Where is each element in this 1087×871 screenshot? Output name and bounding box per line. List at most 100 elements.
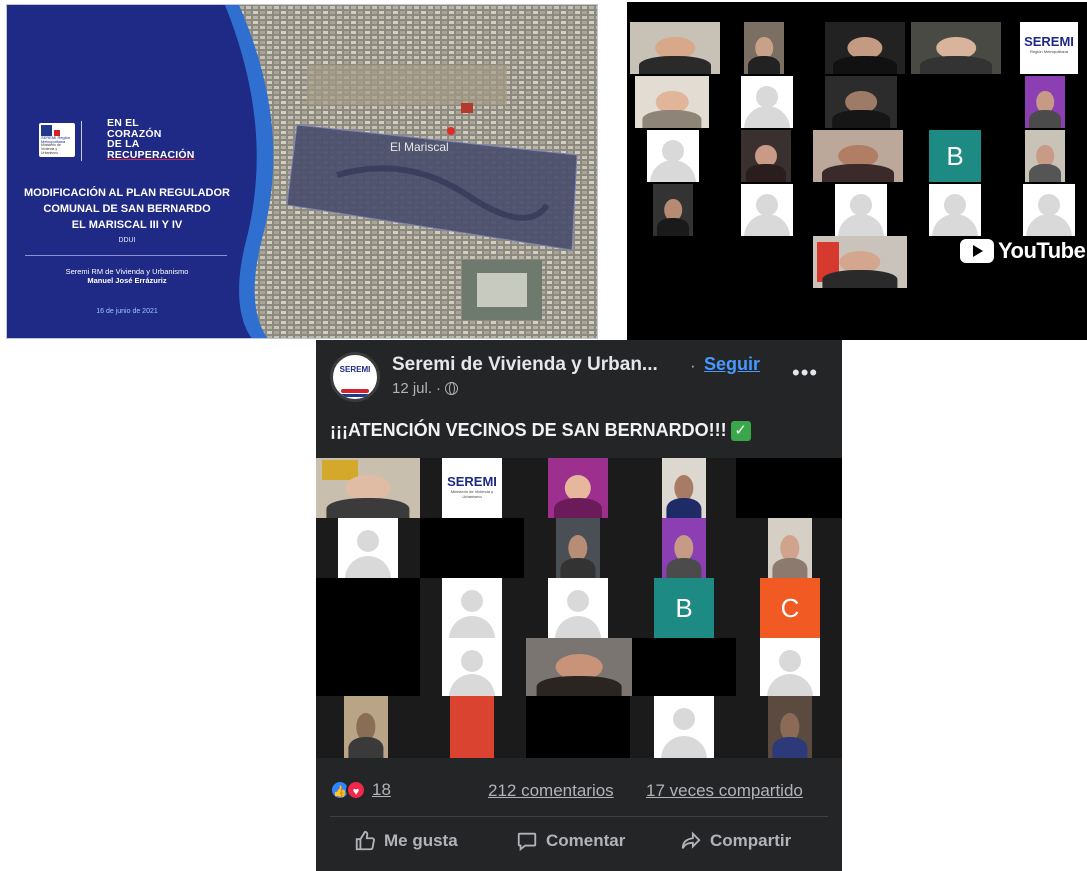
participant-video <box>911 22 1001 74</box>
participant-video <box>450 696 494 758</box>
participant-video <box>662 458 706 518</box>
page-name-link[interactable]: Seremi de Vivienda y Urban... <box>392 354 658 376</box>
screenshot-collage: El Mariscal SEREMI Región Metropolitana … <box>0 0 1087 871</box>
slide-title-line: EL MARISCAL III Y IV <box>71 219 183 231</box>
participant-video <box>344 696 388 758</box>
participant-placeholder <box>1023 184 1075 236</box>
participant-video-off <box>632 638 736 696</box>
seremi-logo-tile: SEREMI Región Metropolitana <box>1020 22 1078 74</box>
love-reaction-icon: ♥ <box>346 780 366 800</box>
seremi-logo-tile-text: SEREMI <box>1024 34 1074 49</box>
seremi-logo-subtext: Ministerio de Vivienda y Urbanismo <box>41 143 61 155</box>
seremi-logo-tile: SEREMI Ministerio de Vivienda y Urbanism… <box>442 458 502 518</box>
post-date-link[interactable]: 12 jul. <box>392 380 432 397</box>
slide-divider <box>25 255 227 256</box>
participant-video <box>1025 130 1065 182</box>
shares-count-link[interactable]: 17 veces compartido <box>646 781 803 801</box>
seremi-logo-tile-subtext: Región Metropolitana <box>1029 49 1069 54</box>
campaign-line: EN EL <box>107 117 139 129</box>
participant-video <box>813 236 907 288</box>
participant-video <box>662 518 706 578</box>
participant-video <box>556 518 600 578</box>
reaction-count[interactable]: 18 <box>372 780 391 800</box>
participant-placeholder <box>338 518 398 578</box>
name-separator: · <box>690 356 696 375</box>
youtube-wordmark: YouTube <box>998 238 1086 263</box>
campaign-line: DE LA <box>107 138 140 150</box>
follow-button[interactable]: Seguir <box>704 354 760 375</box>
participant-video <box>744 22 784 74</box>
page-avatar-text: SEREMI <box>339 365 371 374</box>
participant-placeholder <box>647 130 699 182</box>
slide-code: DDUI <box>118 237 136 244</box>
share-button[interactable]: Compartir <box>680 830 791 852</box>
participant-video <box>741 130 791 182</box>
comment-label: Comentar <box>546 831 626 850</box>
participant-placeholder <box>835 184 887 236</box>
youtube-play-icon <box>960 239 994 263</box>
post-media-image[interactable]: SEREMI Ministerio de Vivienda y Urbanism… <box>316 458 842 758</box>
video-call-gallery: SEREMI Región Metropolitana B <box>627 2 1087 340</box>
slide-date: 16 de junio de 2021 <box>96 308 158 315</box>
seremi-logo-tile-text: SEREMI <box>447 474 497 489</box>
seremi-logo-tile-subtext: Ministerio de Vivienda y Urbanismo <box>450 489 494 499</box>
page-avatar[interactable]: SEREMI <box>330 352 380 402</box>
thumbs-up-icon <box>355 830 375 851</box>
participant-video <box>825 22 905 74</box>
check-mark-icon: ✓ <box>730 420 751 441</box>
comments-count-link[interactable]: 212 comentarios <box>488 781 614 801</box>
participant-video-off <box>526 696 630 758</box>
share-arrow-icon <box>681 831 701 849</box>
post-text: ¡¡¡ATENCIÓN VECINOS DE SAN BERNARDO!!! ✓ <box>330 420 751 441</box>
facebook-post: SEREMI Seremi de Vivienda y Urban... · S… <box>316 340 842 871</box>
participant-initial-tile: B <box>654 578 714 638</box>
participant-video-off <box>316 578 420 696</box>
participant-placeholder <box>654 696 714 758</box>
youtube-logo: YouTube <box>960 238 1086 264</box>
presentation-slide: El Mariscal SEREMI Región Metropolitana … <box>6 4 598 339</box>
map-place-label: El Mariscal <box>390 140 449 154</box>
participant-video <box>526 638 632 696</box>
campaign-line: RECUPERACIÓN <box>107 148 195 161</box>
participant-video <box>1025 76 1065 128</box>
participant-video <box>635 76 709 128</box>
comment-bubble-icon <box>517 832 537 852</box>
participant-initial-tile: C <box>760 578 820 638</box>
slide-presenter: Manuel José Errázuriz <box>87 276 167 285</box>
slide-organization: Seremi RM de Vivienda y Urbanismo <box>65 267 189 276</box>
post-text-body: ¡¡¡ATENCIÓN VECINOS DE SAN BERNARDO!!! <box>330 420 727 440</box>
slide-title: MODIFICACIÓN AL PLAN REGULADOR COMUNAL D… <box>7 185 247 233</box>
share-label: Compartir <box>710 831 792 850</box>
actions-divider <box>330 816 828 817</box>
more-options-icon[interactable]: ••• <box>792 360 818 386</box>
reactions-summary[interactable]: 👍 ♥ 18 <box>330 780 391 800</box>
participant-initial-tile: B <box>929 130 981 182</box>
slide-title-line: COMUNAL DE SAN BERNARDO <box>43 203 211 215</box>
campaign-logo: EN EL CORAZÓN DE LA RECUPERACIÓN <box>107 118 207 160</box>
participant-video <box>653 184 693 236</box>
like-button[interactable]: Me gusta <box>354 830 458 852</box>
slide-text-panel: SEREMI Región Metropolitana Ministerio d… <box>7 5 247 338</box>
like-label: Me gusta <box>384 831 458 850</box>
participant-video-off <box>736 458 842 518</box>
meta-separator: · <box>436 380 442 397</box>
participant-video <box>630 22 720 74</box>
participant-placeholder <box>442 638 502 696</box>
participant-video <box>825 76 897 128</box>
participant-video <box>768 518 812 578</box>
slide-title-line: MODIFICACIÓN AL PLAN REGULADOR <box>24 187 230 199</box>
participant-video <box>316 458 420 518</box>
seremi-logo: SEREMI Región Metropolitana Ministerio d… <box>39 123 75 157</box>
participant-placeholder <box>741 76 793 128</box>
comment-button[interactable]: Comentar <box>516 830 625 852</box>
participant-video <box>768 696 812 758</box>
participant-placeholder <box>442 578 502 638</box>
participant-placeholder <box>741 184 793 236</box>
participant-placeholder <box>548 578 608 638</box>
post-meta: 12 jul. · <box>392 380 459 397</box>
logo-divider <box>81 121 82 161</box>
participant-placeholder <box>760 638 820 696</box>
public-globe-icon <box>445 382 459 395</box>
participant-video <box>813 130 903 182</box>
participant-video <box>548 458 608 518</box>
